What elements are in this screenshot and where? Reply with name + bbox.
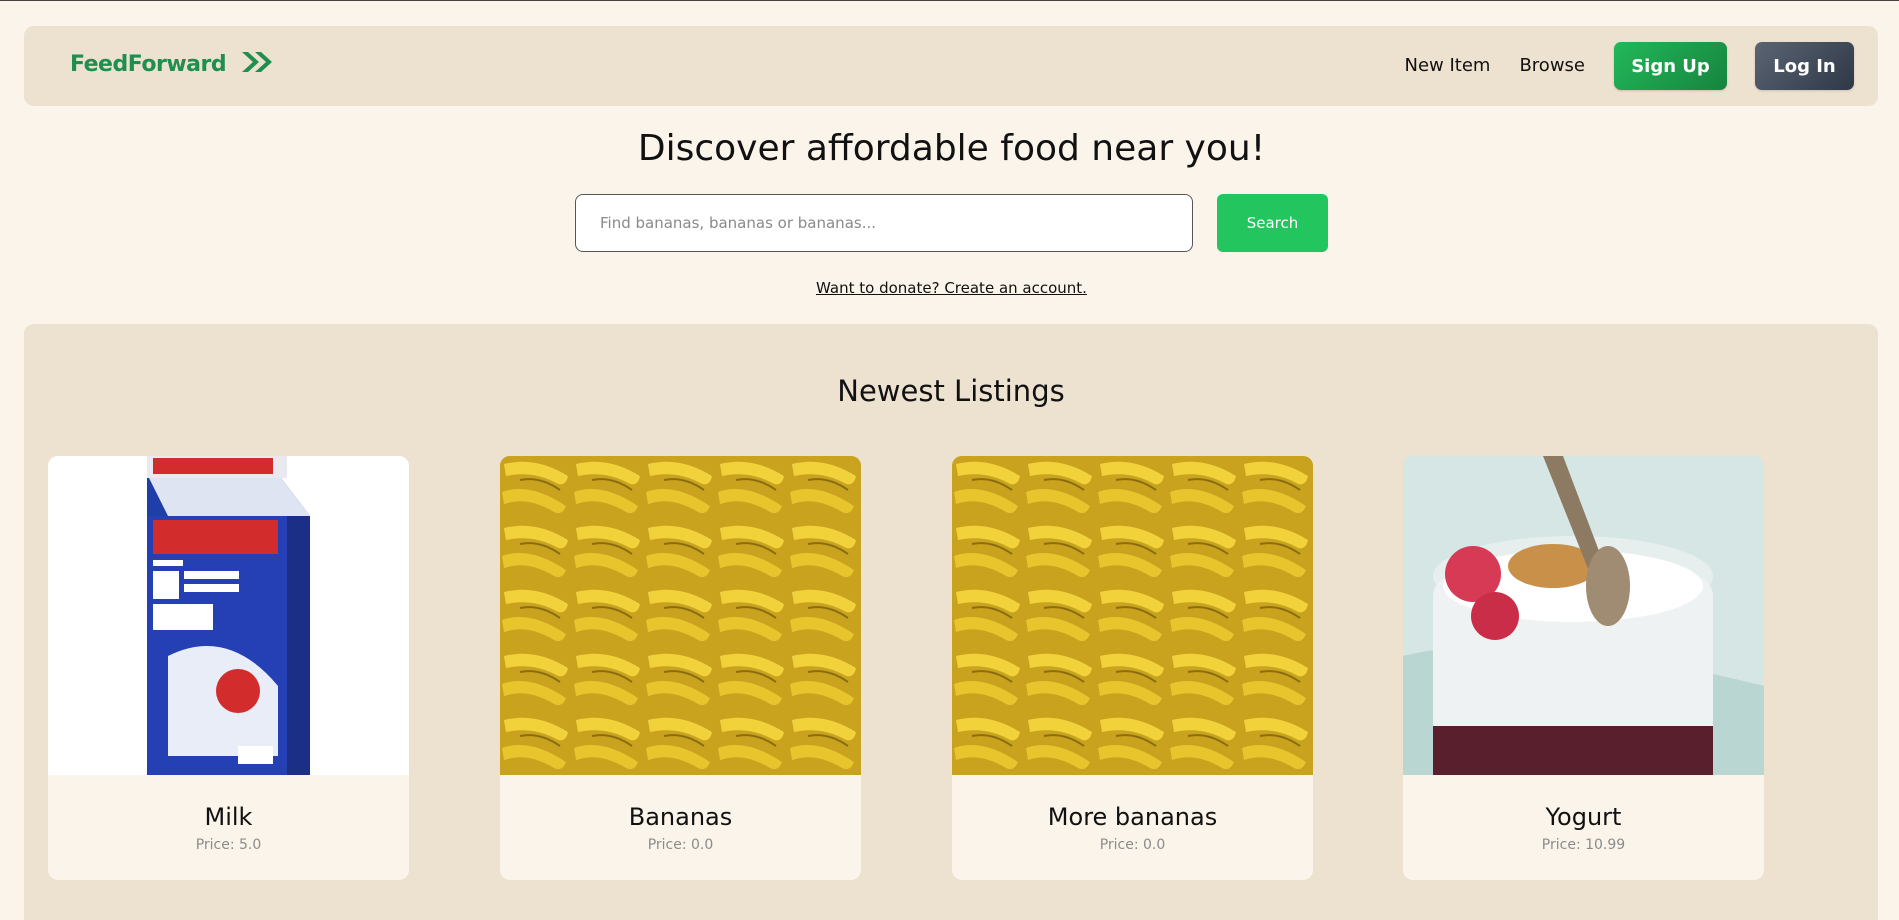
- log-in-button[interactable]: Log In: [1755, 42, 1854, 90]
- listing-price: Price: 10.99: [1541, 837, 1626, 853]
- newest-listings-section: Newest Listings Milk Price: 5.0 Bananas …: [24, 324, 1878, 920]
- listing-price: Price: 0.0: [1099, 837, 1166, 853]
- hero-title: Discover affordable food near you!: [637, 128, 1266, 169]
- listing-name: More bananas: [1047, 803, 1218, 831]
- nav-link-browse[interactable]: Browse: [1519, 42, 1585, 90]
- listing-name: Yogurt: [1545, 803, 1622, 831]
- search-button[interactable]: Search: [1217, 194, 1328, 252]
- listing-card-milk[interactable]: Milk Price: 5.0: [48, 456, 409, 880]
- card-body: Bananas Price: 0.0: [500, 775, 861, 853]
- sign-up-button[interactable]: Sign Up: [1614, 42, 1727, 90]
- donate-link[interactable]: Want to donate? Create an account.: [0, 279, 1899, 297]
- section-title: Newest Listings: [837, 374, 1065, 408]
- listing-name: Milk: [204, 803, 253, 831]
- listing-price: Price: 5.0: [195, 837, 262, 853]
- listing-name: Bananas: [628, 803, 733, 831]
- milk-carton-image: [48, 456, 409, 775]
- listing-card-bananas[interactable]: Bananas Price: 0.0: [500, 456, 861, 880]
- listing-price: Price: 0.0: [647, 837, 714, 853]
- double-chevron-right-icon: [240, 50, 276, 78]
- listing-card-more-bananas[interactable]: More bananas Price: 0.0: [952, 456, 1313, 880]
- brand-logo[interactable]: FeedForward: [70, 50, 276, 78]
- nav-link-new-item[interactable]: New Item: [1404, 42, 1490, 90]
- card-body: More bananas Price: 0.0: [952, 775, 1313, 853]
- brand-name: FeedForward: [70, 51, 227, 77]
- card-body: Yogurt Price: 10.99: [1403, 775, 1764, 853]
- search-input[interactable]: [575, 194, 1193, 252]
- listing-card-yogurt[interactable]: Yogurt Price: 10.99: [1403, 456, 1764, 880]
- nav-links: New Item Browse Sign Up Log In: [1404, 42, 1854, 90]
- yogurt-image: [1403, 456, 1764, 775]
- bananas-image: [952, 456, 1313, 775]
- bananas-image: [500, 456, 861, 775]
- navbar: FeedForward New Item Browse Sign Up Log …: [24, 26, 1878, 106]
- card-body: Milk Price: 5.0: [48, 775, 409, 853]
